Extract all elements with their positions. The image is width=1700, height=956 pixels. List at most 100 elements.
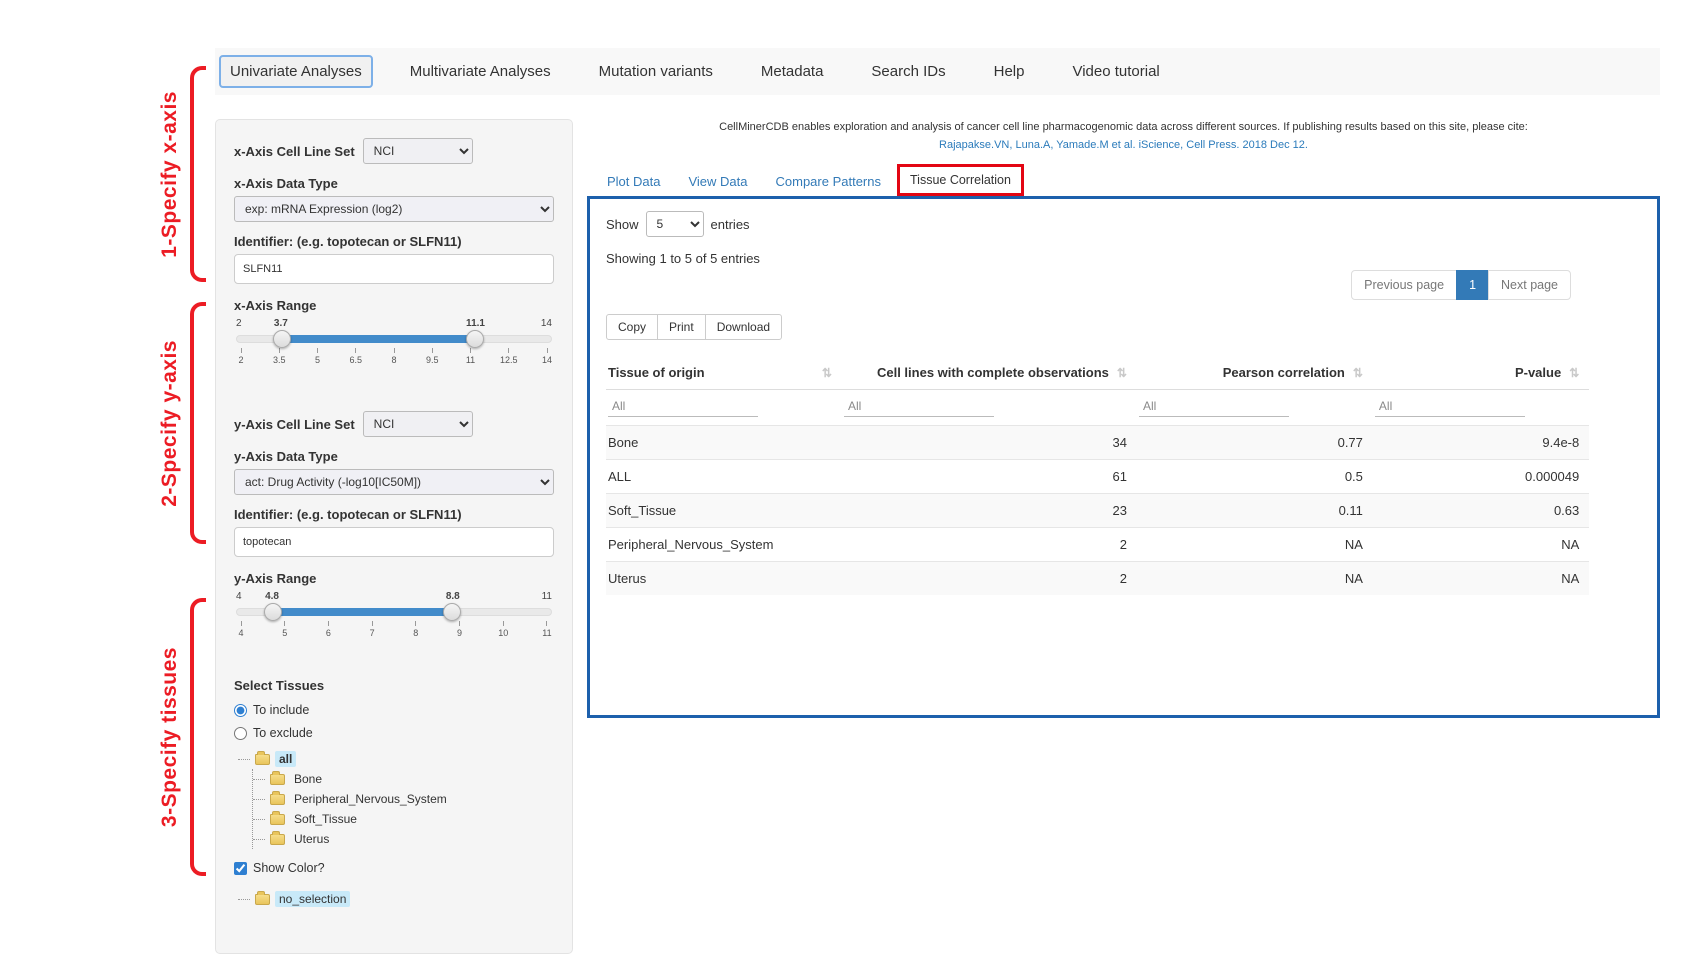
- x-range-min: 2: [236, 318, 242, 329]
- column-header-pvalue[interactable]: P-value ⇅: [1373, 356, 1589, 390]
- filter-tissue-input[interactable]: [608, 396, 758, 417]
- x-identifier-input[interactable]: [234, 254, 554, 284]
- pvalue-cell: NA: [1373, 562, 1589, 596]
- to-include-option[interactable]: To include: [234, 703, 554, 717]
- table-row[interactable]: Bone 34 0.77 9.4e-8: [606, 426, 1589, 460]
- pearson-cell: NA: [1137, 562, 1373, 596]
- y-data-type-select[interactable]: act: Drug Activity (-log10[IC50M]): [234, 469, 554, 495]
- subtab-view-data[interactable]: View Data: [676, 167, 759, 196]
- show-entries-select[interactable]: 5: [646, 211, 704, 237]
- tissue-cell: Peripheral_Nervous_System: [606, 528, 842, 562]
- column-header-pearson[interactable]: Pearson correlation ⇅: [1137, 356, 1373, 390]
- entries-label: entries: [711, 217, 750, 232]
- x-range-handle-from[interactable]: [273, 330, 291, 348]
- nav-tab-mutation-variants[interactable]: Mutation variants: [588, 55, 724, 88]
- citation-link[interactable]: Rajapakse.VN, Luna.A, Yamade.M et al. iS…: [939, 139, 1308, 151]
- subtab-compare-patterns[interactable]: Compare Patterns: [764, 167, 894, 196]
- nav-tab-help[interactable]: Help: [983, 55, 1036, 88]
- y-range-min: 4: [236, 591, 242, 602]
- print-button[interactable]: Print: [657, 314, 706, 340]
- copy-button[interactable]: Copy: [606, 314, 658, 340]
- show-color-option[interactable]: Show Color?: [234, 861, 554, 875]
- filter-pvalue-input[interactable]: [1375, 396, 1525, 417]
- subtab-tissue-correlation[interactable]: Tissue Correlation: [897, 164, 1024, 196]
- y-range-handle-from[interactable]: [264, 603, 282, 621]
- pvalue-cell: 0.63: [1373, 494, 1589, 528]
- n-cell: 23: [842, 494, 1137, 528]
- tissue-cell: Bone: [606, 426, 842, 460]
- x-cell-line-select[interactable]: NCI: [363, 138, 473, 164]
- column-header-tissue[interactable]: Tissue of origin ⇅: [606, 356, 842, 390]
- annotation-step2: 2-Specify y-axis: [88, 302, 206, 544]
- nav-tab-video-tutorial[interactable]: Video tutorial: [1061, 55, 1170, 88]
- tree-node-no-selection[interactable]: no_selection: [238, 889, 554, 909]
- nav-tab-univariate-analyses[interactable]: Univariate Analyses: [219, 55, 373, 88]
- x-range-track: [236, 335, 552, 343]
- show-color-checkbox[interactable]: [234, 862, 247, 875]
- subtabs: Plot Data View Data Compare Patterns Tis…: [587, 164, 1660, 196]
- pvalue-cell: 0.000049: [1373, 460, 1589, 494]
- to-exclude-radio[interactable]: [234, 727, 247, 740]
- table-row[interactable]: Uterus 2 NA NA: [606, 562, 1589, 596]
- table-row[interactable]: Peripheral_Nervous_System 2 NA NA: [606, 528, 1589, 562]
- tree-node-bone[interactable]: Bone: [253, 769, 554, 789]
- filter-pearson-input[interactable]: [1139, 396, 1289, 417]
- citation: CellMinerCDB enables exploration and ana…: [587, 119, 1660, 154]
- folder-icon: [255, 754, 270, 765]
- subtab-plot-data[interactable]: Plot Data: [595, 167, 672, 196]
- sort-icon[interactable]: ⇅: [1353, 366, 1363, 380]
- n-cell: 2: [842, 562, 1137, 596]
- nav-tab-multivariate-analyses[interactable]: Multivariate Analyses: [399, 55, 562, 88]
- pvalue-cell: NA: [1373, 528, 1589, 562]
- tissue-cell: Uterus: [606, 562, 842, 596]
- annotation-step3-label: 3-Specify tissues: [158, 647, 182, 827]
- tree-node-uterus[interactable]: Uterus: [253, 829, 554, 849]
- x-range-to-value: 11.1: [466, 318, 485, 329]
- tissue-cell: ALL: [606, 460, 842, 494]
- sort-icon[interactable]: ⇅: [1569, 366, 1579, 380]
- x-range-handle-to[interactable]: [466, 330, 484, 348]
- n-cell: 34: [842, 426, 1137, 460]
- folder-icon: [270, 814, 285, 825]
- y-range-to-value: 8.8: [446, 591, 460, 602]
- column-header-cell-lines[interactable]: Cell lines with complete observations ⇅: [842, 356, 1137, 390]
- citation-text: CellMinerCDB enables exploration and ana…: [719, 121, 1528, 133]
- table-row[interactable]: ALL 61 0.5 0.000049: [606, 460, 1589, 494]
- y-range-slider[interactable]: 4 4.8 8.8 11 4 5 6 7 8 9 10: [236, 591, 552, 638]
- export-buttons: Copy Print Download: [606, 314, 1641, 340]
- nav-tab-search-ids[interactable]: Search IDs: [860, 55, 956, 88]
- annotation-step3: 3-Specify tissues: [88, 598, 206, 876]
- y-range-bar: [273, 608, 453, 616]
- next-page-button[interactable]: Next page: [1488, 270, 1571, 300]
- download-button[interactable]: Download: [705, 314, 782, 340]
- folder-icon: [270, 794, 285, 805]
- tissue-cell: Soft_Tissue: [606, 494, 842, 528]
- x-range-bar: [282, 335, 475, 343]
- n-cell: 61: [842, 460, 1137, 494]
- to-exclude-option[interactable]: To exclude: [234, 726, 554, 740]
- to-include-radio[interactable]: [234, 704, 247, 717]
- y-range-max: 11: [542, 591, 552, 602]
- previous-page-button[interactable]: Previous page: [1351, 270, 1457, 300]
- y-range-label: y-Axis Range: [234, 571, 554, 586]
- table-row[interactable]: Soft_Tissue 23 0.11 0.63: [606, 494, 1589, 528]
- y-range-handle-to[interactable]: [443, 603, 461, 621]
- pvalue-cell: 9.4e-8: [1373, 426, 1589, 460]
- tree-node-soft-tissue[interactable]: Soft_Tissue: [253, 809, 554, 829]
- filter-cell-lines-input[interactable]: [844, 396, 994, 417]
- y-cell-line-select[interactable]: NCI: [363, 411, 473, 437]
- sort-icon[interactable]: ⇅: [822, 366, 832, 380]
- y-cell-line-label: y-Axis Cell Line Set: [234, 417, 355, 432]
- pearson-cell: 0.5: [1137, 460, 1373, 494]
- nav-tab-metadata[interactable]: Metadata: [750, 55, 835, 88]
- x-range-slider[interactable]: 2 3.7 11.1 14 2 3.5 5 6.5 8 9.5: [236, 318, 552, 365]
- page-1-button[interactable]: 1: [1456, 270, 1489, 300]
- tree-node-all[interactable]: all: [238, 749, 554, 769]
- pearson-cell: NA: [1137, 528, 1373, 562]
- x-range-from-value: 3.7: [274, 318, 288, 329]
- x-data-type-select[interactable]: exp: mRNA Expression (log2): [234, 196, 554, 222]
- tree-node-peripheral-nervous-system[interactable]: Peripheral_Nervous_System: [253, 789, 554, 809]
- show-label: Show: [606, 217, 639, 232]
- y-identifier-input[interactable]: [234, 527, 554, 557]
- sort-icon[interactable]: ⇅: [1117, 366, 1127, 380]
